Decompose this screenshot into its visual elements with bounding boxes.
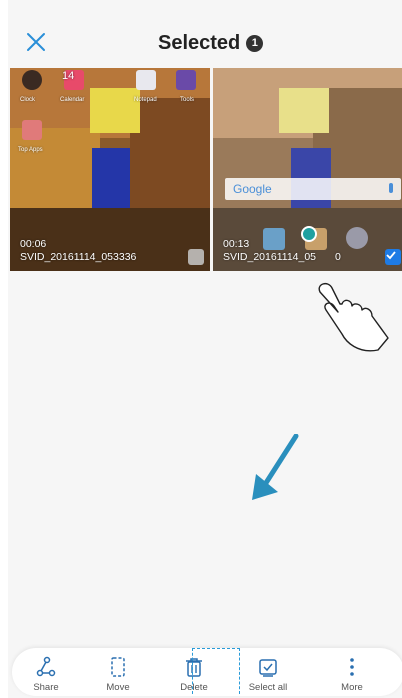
delete-highlight-frame	[192, 648, 240, 694]
video-thumbnail-1[interactable]: 14 Clock Calendar Notepad Tools Top Apps…	[10, 68, 210, 271]
selected-count-badge: 1	[246, 34, 264, 52]
app-label-calendar: Calendar	[60, 97, 85, 103]
google-logo-text: Google	[233, 182, 272, 196]
select-all-label: Select all	[248, 682, 288, 693]
app-label-clock: Clock	[20, 97, 36, 103]
selection-screen: Selected 1 14 Clock Calendar Notepad Too…	[8, 0, 402, 698]
tap-hand-icon	[318, 282, 389, 352]
app-label-notepad: Notepad	[134, 97, 157, 103]
title-group: Selected 1	[158, 30, 264, 56]
header: Selected 1	[8, 0, 402, 66]
mic-icon	[389, 183, 393, 193]
more-button[interactable]: More	[324, 648, 380, 696]
move-label: Move	[106, 682, 130, 693]
calendar-day: 14	[62, 70, 75, 82]
app-label-tools: Tools	[180, 97, 195, 103]
google-search-bar: Google	[225, 178, 401, 200]
move-button[interactable]: Move	[90, 648, 146, 696]
arrow-down-left-icon	[252, 434, 299, 500]
video-filename: SVID_20161114_05	[223, 251, 317, 263]
video-duration: 00:13	[223, 238, 250, 250]
video-duration: 00:06	[20, 238, 47, 250]
more-label: More	[341, 682, 363, 693]
selection-checkbox[interactable]	[188, 249, 204, 265]
app-label-top-apps: Top Apps	[18, 147, 43, 153]
page-title: Selected	[158, 31, 241, 54]
more-icon	[350, 658, 354, 676]
share-icon	[36, 656, 56, 677]
close-icon[interactable]	[24, 30, 48, 54]
select-all-icon	[259, 659, 277, 677]
video-filename: SVID_20161114_053336	[20, 251, 137, 263]
share-button[interactable]: Share	[18, 648, 74, 696]
move-icon	[111, 657, 125, 677]
select-all-button[interactable]: Select all	[240, 648, 296, 696]
share-label: Share	[33, 682, 59, 693]
video-thumbnail-2[interactable]: Google 00:13 SVID_20161114_05 0	[213, 68, 402, 271]
